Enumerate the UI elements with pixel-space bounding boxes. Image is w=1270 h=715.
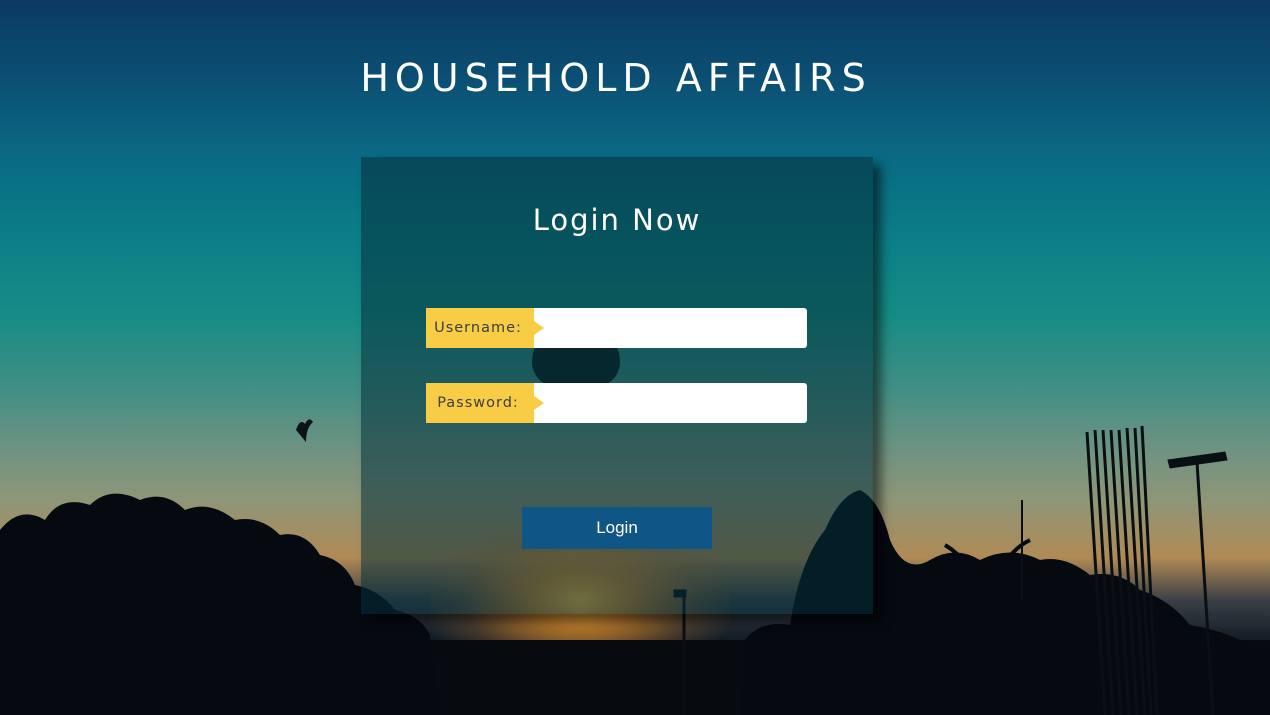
login-page: HOUSEHOLD AFFAIRS Login Now Username: Pa… [0, 0, 1270, 715]
username-label: Username: [426, 308, 534, 348]
password-input[interactable] [534, 383, 807, 423]
login-button[interactable]: Login [522, 507, 712, 549]
username-field: Username: [426, 308, 807, 348]
login-heading: Login Now [532, 203, 702, 237]
username-input[interactable] [534, 308, 807, 348]
bird-silhouette [296, 419, 313, 442]
left-tree-canopy [60, 544, 230, 600]
triangle-right-icon [534, 321, 544, 335]
app-title: HOUSEHOLD AFFAIRS [360, 56, 872, 100]
triangle-right-icon [534, 396, 544, 410]
password-label: Password: [426, 383, 534, 423]
password-field: Password: [426, 383, 807, 423]
login-card: Login Now Username: Password: Login [361, 157, 873, 614]
